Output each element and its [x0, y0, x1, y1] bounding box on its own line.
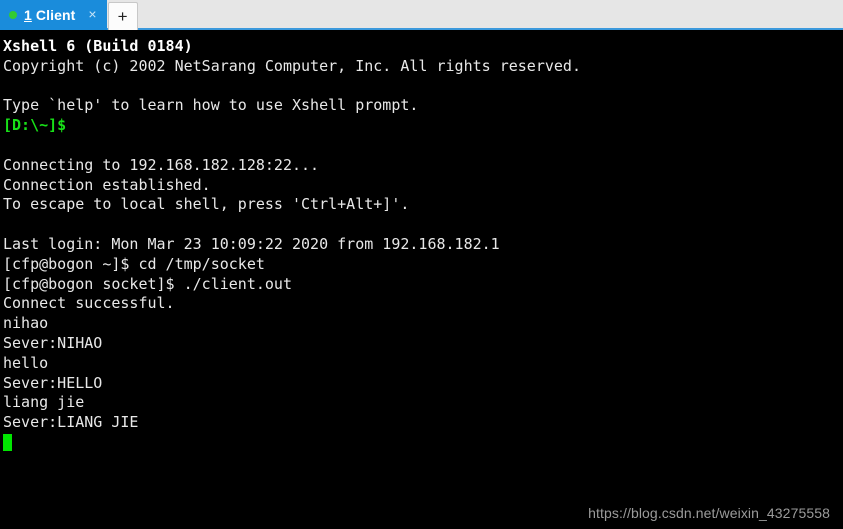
terminal-line-list: Xshell 6 (Build 0184) Copyright (c) 2002 …: [3, 37, 843, 433]
terminal-line: hello: [3, 353, 49, 372]
terminal-line: [D:\~]$: [3, 116, 67, 135]
terminal-line: Xshell 6 (Build 0184): [3, 37, 193, 55]
new-tab-button[interactable]: +: [107, 2, 138, 30]
tab-1-client[interactable]: 1 Client ×: [0, 0, 107, 30]
terminal-line: Copyright (c) 2002 NetSarang Computer, I…: [3, 56, 581, 75]
terminal-cursor: [3, 433, 12, 451]
terminal-cursor-line: [3, 433, 843, 454]
terminal-output-area[interactable]: Xshell 6 (Build 0184) Copyright (c) 2002 …: [0, 30, 843, 529]
tab-bar: 1 Client × +: [0, 0, 843, 30]
terminal-line: Sever:HELLO: [3, 373, 103, 392]
tab-title: 1 Client: [24, 7, 75, 23]
tab-accel-key: 1: [24, 7, 32, 23]
terminal-line: Connecting to 192.168.182.128:22...: [3, 155, 320, 174]
terminal-line: nihao: [3, 314, 49, 333]
connected-dot-icon: [9, 11, 17, 19]
terminal-line: Type `help' to learn how to use Xshell p…: [3, 96, 419, 115]
terminal-line: [cfp@bogon socket]$ ./client.out: [3, 274, 292, 293]
close-icon[interactable]: ×: [85, 6, 99, 24]
terminal-line: Connection established.: [3, 175, 211, 194]
watermark-text: https://blog.csdn.net/weixin_43275558: [588, 505, 830, 521]
new-tab-wrap: +: [107, 0, 138, 30]
terminal-line: Last login: Mon Mar 23 10:09:22 2020 fro…: [3, 234, 500, 253]
xshell-window: 1 Client × + Xshell 6 (Build 0184) Copyri…: [0, 0, 843, 529]
terminal-line: Sever:NIHAO: [3, 333, 103, 352]
terminal-line: To escape to local shell, press 'Ctrl+Al…: [3, 195, 410, 214]
terminal-line: [cfp@bogon ~]$ cd /tmp/socket: [3, 254, 265, 273]
tab-bar-empty-area: [137, 0, 843, 30]
tab-label-rest: Client: [31, 7, 76, 23]
terminal-line: Sever:LIANG JIE: [3, 413, 139, 432]
terminal-line: liang jie: [3, 393, 85, 412]
terminal-line: Connect successful.: [3, 294, 175, 313]
